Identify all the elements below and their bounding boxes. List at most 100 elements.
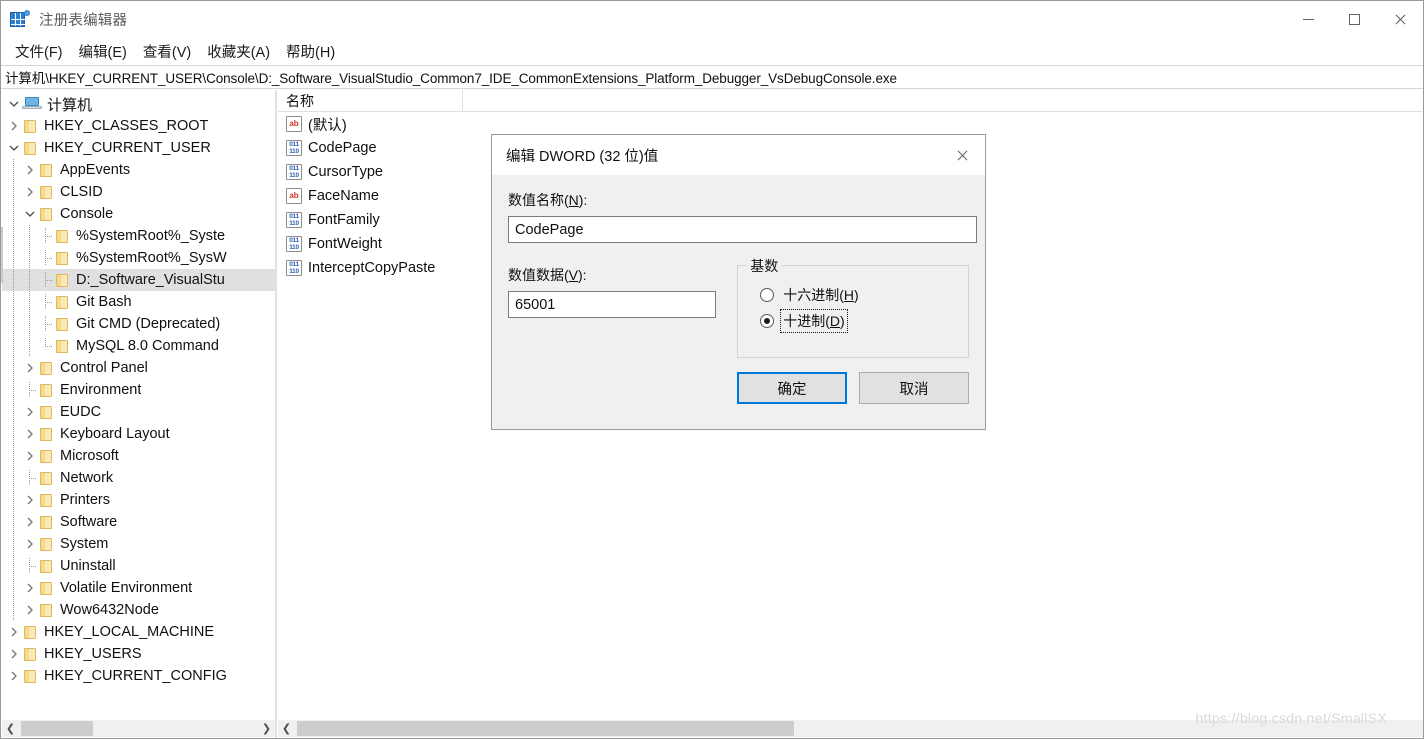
tree-guide-line — [22, 247, 38, 269]
tree-guide-line — [38, 294, 54, 310]
tree-item-label: Volatile Environment — [60, 580, 193, 596]
value-name-input[interactable] — [508, 216, 977, 243]
minimize-button[interactable] — [1285, 1, 1331, 38]
tree-item-keyboard-layout[interactable]: Keyboard Layout — [2, 423, 275, 445]
value-name: (默认) — [308, 117, 347, 134]
tree-item-clsid[interactable]: CLSID — [2, 181, 275, 203]
list-scroll-track[interactable] — [295, 720, 1423, 737]
tree-item-wow6432node[interactable]: Wow6432Node — [2, 599, 275, 621]
registry-editor-icon — [10, 9, 30, 30]
column-header-name[interactable]: 名称 — [278, 90, 463, 112]
tree-item-label: Git Bash — [76, 294, 132, 310]
chevron-right-icon[interactable] — [22, 448, 38, 464]
folder-icon — [54, 273, 70, 287]
tree-item-label: Software — [60, 514, 118, 530]
menu-favorites[interactable]: 收藏夹(A) — [199, 39, 278, 64]
tree-item-git-cmd-deprecated[interactable]: Git CMD (Deprecated) — [2, 313, 275, 335]
chevron-right-icon[interactable] — [22, 426, 38, 442]
tree-item-hkey-users[interactable]: HKEY_USERS — [2, 643, 275, 665]
chevron-right-icon[interactable] — [22, 404, 38, 420]
close-button[interactable] — [1377, 1, 1423, 38]
registry-path-text: 计算机\HKEY_CURRENT_USER\Console\D:_Softwar… — [5, 71, 897, 86]
registry-editor-window: 注册表编辑器 文件(F) 编辑(E) 查看(V) 收藏夹(A) 帮助(H) 计算机\HK… — [0, 0, 1424, 739]
folder-icon — [54, 229, 70, 243]
menu-help[interactable]: 帮助(H) — [278, 39, 343, 64]
tree-item-hkey-current-user[interactable]: HKEY_CURRENT_USER — [2, 137, 275, 159]
address-bar[interactable]: 计算机\HKEY_CURRENT_USER\Console\D:_Softwar… — [1, 65, 1423, 89]
chevron-right-icon[interactable] — [22, 580, 38, 596]
tree-item-console[interactable]: Console — [2, 203, 275, 225]
radio-decimal-indicator[interactable] — [760, 314, 775, 328]
tree-guide-line — [6, 467, 22, 489]
tree-item-printers[interactable]: Printers — [2, 489, 275, 511]
tree-item-appevents[interactable]: AppEvents — [2, 159, 275, 181]
tree-item-environment[interactable]: Environment — [2, 379, 275, 401]
radio-hexadecimal-indicator[interactable] — [760, 288, 775, 302]
chevron-right-icon[interactable] — [6, 118, 22, 134]
tree-item-mysql-8-0-command[interactable]: MySQL 8.0 Command — [2, 335, 275, 357]
tree-item-git-bash[interactable]: Git Bash — [2, 291, 275, 313]
chevron-right-icon[interactable] — [22, 602, 38, 618]
tree-guide-line — [6, 159, 22, 181]
tree-item-microsoft[interactable]: Microsoft — [2, 445, 275, 467]
chevron-down-icon[interactable] — [6, 96, 22, 112]
pane-splitter[interactable] — [275, 90, 277, 738]
tree-item-network[interactable]: Network — [2, 467, 275, 489]
chevron-right-icon[interactable] — [22, 162, 38, 178]
tree-guide-line — [6, 313, 22, 335]
chevron-right-icon[interactable] — [22, 360, 38, 376]
tree-item-eudc[interactable]: EUDC — [2, 401, 275, 423]
tree-item-uninstall[interactable]: Uninstall — [2, 555, 275, 577]
chevron-right-icon[interactable] — [22, 184, 38, 200]
tree-guide-line — [6, 379, 22, 401]
list-scroll-thumb[interactable] — [297, 721, 794, 736]
list-horizontal-scrollbar[interactable]: ❮ — [278, 720, 1423, 737]
chevron-right-icon[interactable] — [22, 514, 38, 530]
tree-item-system[interactable]: System — [2, 533, 275, 555]
tree-scroll-track[interactable] — [19, 720, 258, 737]
menu-edit[interactable]: 编辑(E) — [71, 39, 135, 64]
menu-file[interactable]: 文件(F) — [7, 39, 71, 64]
chevron-right-icon[interactable] — [6, 668, 22, 684]
menu-view[interactable]: 查看(V) — [135, 39, 199, 64]
tree-item-hkey-current-config[interactable]: HKEY_CURRENT_CONFIG — [2, 665, 275, 687]
tree-item-hkey-classes-root[interactable]: HKEY_CLASSES_ROOT — [2, 115, 275, 137]
chevron-down-icon[interactable] — [6, 140, 22, 156]
radio-hexadecimal[interactable]: 十六进制(H) — [738, 282, 968, 308]
cancel-button[interactable]: 取消 — [859, 372, 969, 404]
scroll-right-icon[interactable]: ❯ — [258, 720, 275, 737]
value-name: FontFamily — [308, 212, 380, 228]
chevron-right-icon[interactable] — [6, 624, 22, 640]
menu-bar: 文件(F) 编辑(E) 查看(V) 收藏夹(A) 帮助(H) — [1, 39, 1423, 64]
tree-item-systemroot-syste[interactable]: %SystemRoot%_Syste — [2, 225, 275, 247]
window-controls — [1285, 1, 1423, 38]
tree-item-control-panel[interactable]: Control Panel — [2, 357, 275, 379]
tree-item-label: Printers — [60, 492, 110, 508]
chevron-down-icon[interactable] — [22, 206, 38, 222]
tree-scroll-thumb[interactable] — [21, 721, 93, 736]
dword-value-icon: 011 110 — [286, 236, 302, 252]
list-scroll-left-icon[interactable]: ❮ — [278, 720, 295, 737]
tree-item-software[interactable]: Software — [2, 511, 275, 533]
value-row[interactable]: ab (默认) — [278, 112, 1422, 136]
tree-item-[interactable]: 计算机 — [2, 93, 275, 115]
tree-guide-line — [38, 250, 54, 266]
tree-item-systemroot-sysw[interactable]: %SystemRoot%_SysW — [2, 247, 275, 269]
tree-item-hkey-local-machine[interactable]: HKEY_LOCAL_MACHINE — [2, 621, 275, 643]
ok-button[interactable]: 确定 — [737, 372, 847, 404]
folder-icon — [54, 295, 70, 309]
value-data-input[interactable] — [508, 291, 716, 318]
radio-hex-accel: H — [843, 287, 855, 303]
radio-hex-end: ) — [854, 287, 859, 303]
tree-item-label: MySQL 8.0 Command — [76, 338, 219, 354]
radio-decimal[interactable]: 十进制(D) — [738, 308, 968, 334]
tree-item-d-software-visualstu[interactable]: D:_Software_VisualStu — [2, 269, 275, 291]
dialog-close-button[interactable] — [939, 135, 985, 176]
tree-horizontal-scrollbar[interactable]: ❮ ❯ — [2, 720, 275, 737]
tree-item-volatile-environment[interactable]: Volatile Environment — [2, 577, 275, 599]
chevron-right-icon[interactable] — [22, 536, 38, 552]
chevron-right-icon[interactable] — [6, 646, 22, 662]
chevron-right-icon[interactable] — [22, 492, 38, 508]
maximize-button[interactable] — [1331, 1, 1377, 38]
scroll-left-icon[interactable]: ❮ — [2, 720, 19, 737]
